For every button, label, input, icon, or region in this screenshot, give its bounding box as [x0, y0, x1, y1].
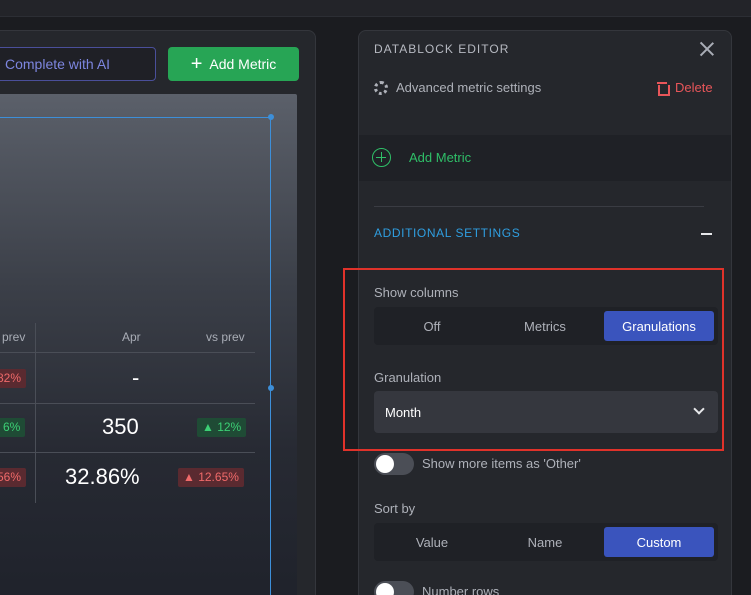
divider: [374, 206, 704, 207]
prev-change-badge: 6%: [0, 418, 26, 437]
minus-icon[interactable]: [701, 233, 712, 235]
plus-circle-icon: [372, 148, 391, 167]
column-header-prev: prev: [2, 330, 26, 344]
resize-handle-top-right[interactable]: [268, 114, 274, 120]
row-divider: [0, 403, 255, 404]
plus-icon: +: [190, 53, 203, 75]
complete-with-ai-label: Complete with AI: [5, 56, 111, 72]
prev-change-badge: 82%: [0, 369, 27, 388]
advanced-metric-settings[interactable]: Advanced metric settings: [374, 80, 541, 95]
additional-settings-header[interactable]: ADDITIONAL SETTINGS: [374, 226, 520, 240]
close-icon[interactable]: [698, 40, 716, 58]
add-metric-row[interactable]: Add Metric: [359, 135, 731, 181]
column-header-apr: Apr: [122, 330, 141, 344]
show-more-items-toggle[interactable]: [374, 453, 414, 475]
sort-by-value-option[interactable]: Value: [377, 527, 487, 557]
delete-label: Delete: [675, 80, 713, 95]
row-divider: [0, 352, 255, 353]
sort-by-label: Sort by: [374, 501, 416, 516]
advanced-metric-settings-label: Advanced metric settings: [396, 80, 542, 95]
number-rows-label: Number rows: [422, 584, 500, 595]
number-rows-toggle[interactable]: [374, 581, 414, 595]
sort-by-name-option[interactable]: Name: [490, 527, 600, 557]
add-metric-label: Add Metric: [209, 56, 277, 72]
vs-prev-badge: ▲ 12%: [197, 418, 247, 437]
toggle-knob: [376, 455, 394, 473]
vs-prev-badge: ▲ 12.65%: [178, 468, 244, 487]
gear-icon: [374, 80, 388, 95]
apr-value: 350: [102, 414, 139, 439]
column-divider: [35, 323, 36, 503]
column-header-vs-prev: vs prev: [206, 330, 245, 344]
top-bar: [0, 0, 751, 17]
highlight-annotation-box: [343, 268, 724, 451]
apr-value: 32.86%: [65, 464, 140, 489]
row-divider: [0, 452, 255, 453]
selection-frame: [0, 117, 271, 595]
editor-title: DATABLOCK EDITOR: [374, 42, 510, 56]
show-more-items-label: Show more items as 'Other': [422, 456, 581, 471]
delete-button[interactable]: Delete: [657, 80, 713, 96]
toggle-knob: [376, 583, 394, 595]
add-metric-row-label: Add Metric: [409, 150, 472, 165]
sort-by-segmented-control: Value Name Custom: [374, 523, 718, 561]
apr-value: -: [132, 365, 140, 390]
sort-by-custom-option[interactable]: Custom: [604, 527, 714, 557]
resize-handle-right[interactable]: [268, 385, 274, 391]
trash-icon: [657, 81, 670, 96]
complete-with-ai-button[interactable]: Complete with AI: [0, 47, 156, 81]
add-metric-button[interactable]: + Add Metric: [168, 47, 299, 81]
prev-change-badge: 56%: [0, 468, 27, 487]
